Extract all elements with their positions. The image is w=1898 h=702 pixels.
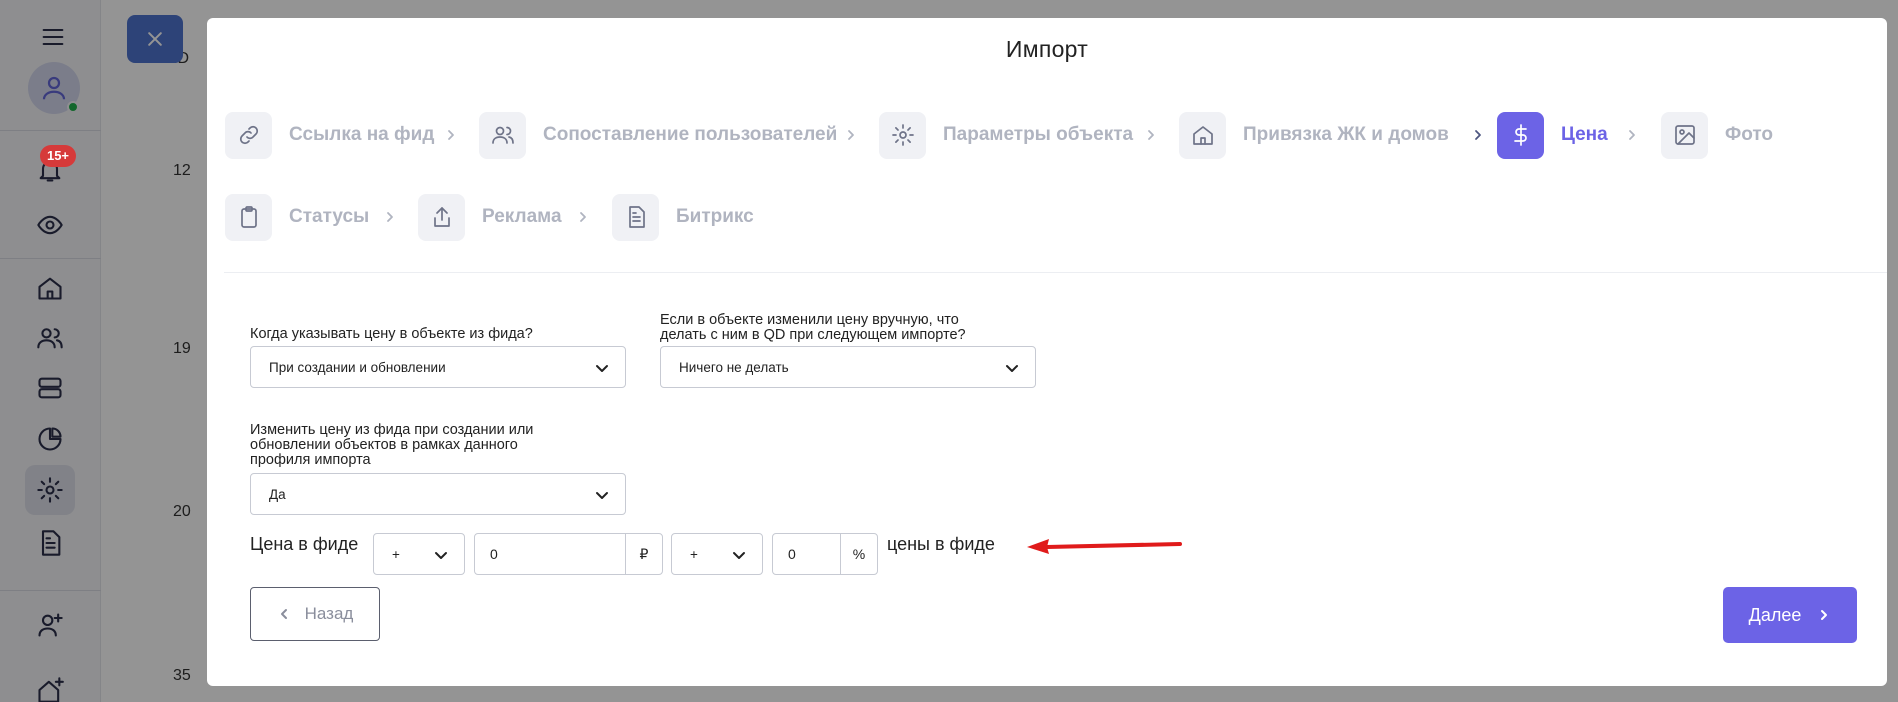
next-button-label: Далее xyxy=(1748,604,1802,625)
label-line: обновлении объектов в рамках данного xyxy=(250,437,518,453)
when-price-label: Когда указывать цену в объекте из фида? xyxy=(250,326,533,342)
modify-price-label: Изменить цену из фида при создании или о… xyxy=(250,423,533,468)
step-label: Битрикс xyxy=(676,206,754,227)
modal-title: Импорт xyxy=(1005,36,1089,62)
chevron-right-icon xyxy=(1471,128,1485,142)
users-icon xyxy=(479,111,526,159)
step-label: Фото xyxy=(1725,124,1774,145)
steps-divider xyxy=(224,272,1887,273)
annotation-arrow-icon xyxy=(1027,539,1182,554)
select-value: Ничего не делать xyxy=(679,359,789,375)
select-value: При создании и обновлении xyxy=(269,359,446,375)
step-statuses[interactable]: Статусы xyxy=(225,193,369,241)
back-button[interactable]: Назад xyxy=(250,587,380,641)
input-value: 0 xyxy=(788,546,796,562)
back-button-label: Назад xyxy=(304,604,354,623)
label-line: профиля импорта xyxy=(250,452,371,468)
next-button[interactable]: Далее xyxy=(1723,587,1857,643)
chevron-down-icon xyxy=(594,487,610,503)
currency-suffix: ₽ xyxy=(625,534,662,574)
step-label: Ссылка на фид xyxy=(289,124,435,145)
share-icon xyxy=(418,193,465,241)
chevron-right-icon xyxy=(576,210,590,224)
step-label: Статусы xyxy=(289,206,370,227)
step-bitrix[interactable]: Битрикс xyxy=(612,193,754,241)
price-amount-input[interactable]: 0 ₽ xyxy=(474,533,663,575)
notification-badge: 15+ xyxy=(40,145,76,167)
chevron-right-icon xyxy=(1625,128,1639,142)
select-value: + xyxy=(690,546,698,562)
percent-sign-select[interactable]: + xyxy=(671,533,763,575)
chevron-right-icon xyxy=(1144,128,1158,142)
step-feed-link[interactable]: Ссылка на фид xyxy=(225,111,434,159)
price-formula-prefix: Цена в фиде xyxy=(250,534,359,554)
price-sign-select[interactable]: + xyxy=(373,533,465,575)
label-line: Изменить цену из фида при создании или xyxy=(250,422,534,438)
manual-change-select[interactable]: Ничего не делать xyxy=(660,346,1036,388)
chevron-left-icon xyxy=(280,609,287,619)
step-label: Параметры объекта xyxy=(943,124,1134,145)
chevron-right-icon xyxy=(444,128,458,142)
manual-change-label: Если в объекте изменили цену вручную, чт… xyxy=(660,313,966,343)
home-icon xyxy=(1179,111,1226,159)
chevron-down-icon xyxy=(433,547,449,563)
link-icon xyxy=(225,111,272,159)
step-object-params[interactable]: Параметры объекта xyxy=(879,111,1133,159)
clipboard-icon xyxy=(225,193,272,241)
document-icon xyxy=(612,193,659,241)
percent-suffix: % xyxy=(840,534,877,574)
chevron-down-icon xyxy=(594,360,610,376)
step-user-mapping[interactable]: Сопоставление пользователей xyxy=(479,111,837,159)
step-complex-binding[interactable]: Привязка ЖК и домов xyxy=(1179,111,1449,159)
when-price-select[interactable]: При создании и обновлении xyxy=(250,346,626,388)
percent-input[interactable]: 0 % xyxy=(772,533,878,575)
chevron-right-icon xyxy=(844,128,858,142)
gear-icon xyxy=(879,111,926,159)
input-value: 0 xyxy=(490,546,498,562)
label-line: Если в объекте изменили цену вручную, чт… xyxy=(660,312,959,328)
step-photo[interactable]: Фото xyxy=(1661,111,1773,159)
step-label: Сопоставление пользователей xyxy=(543,124,838,145)
dollar-icon xyxy=(1497,111,1544,159)
select-value: + xyxy=(392,546,400,562)
step-label: Реклама xyxy=(482,206,562,227)
step-ads[interactable]: Реклама xyxy=(418,193,562,241)
chevron-down-icon xyxy=(731,547,747,563)
chevron-right-icon xyxy=(1821,610,1828,620)
label-line: делать с ним в QD при следующем импорте? xyxy=(660,327,966,343)
chevron-down-icon xyxy=(1004,360,1020,376)
step-label: Привязка ЖК и домов xyxy=(1243,124,1449,145)
import-modal: Импорт Ссылка на фид Сопоставление польз… xyxy=(207,18,1887,686)
step-label: Цена xyxy=(1561,124,1608,145)
chevron-right-icon xyxy=(383,210,397,224)
image-icon xyxy=(1661,111,1708,159)
step-price[interactable]: Цена xyxy=(1497,111,1608,159)
price-formula-suffix: цены в фиде xyxy=(887,534,995,554)
select-value: Да xyxy=(269,486,286,502)
modify-price-select[interactable]: Да xyxy=(250,473,626,515)
